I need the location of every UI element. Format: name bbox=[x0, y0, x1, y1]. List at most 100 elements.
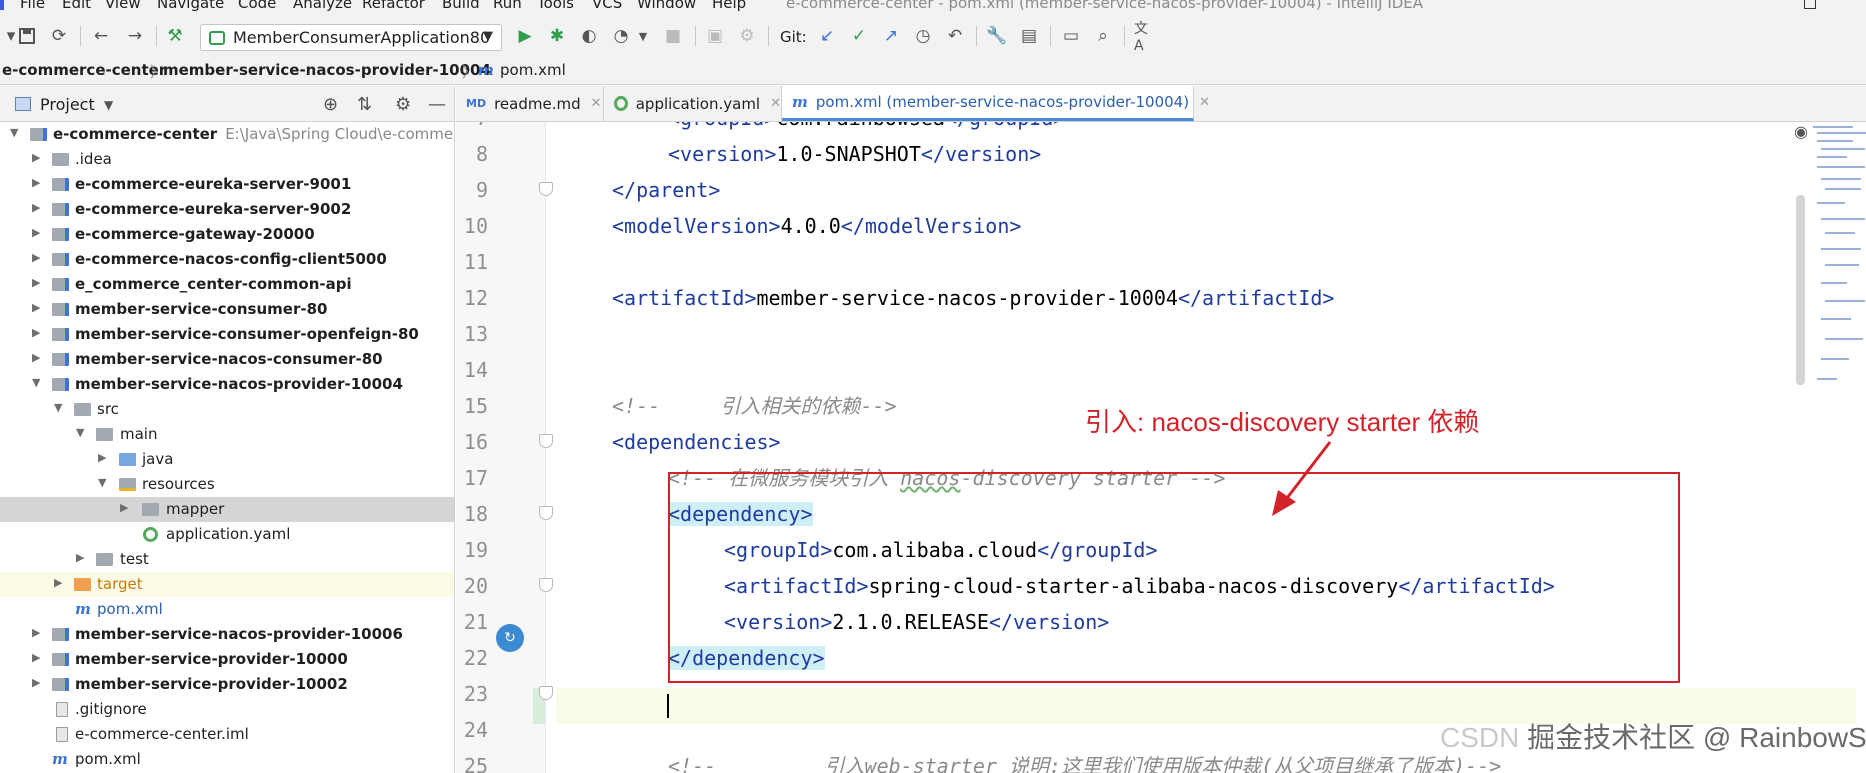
tree-item-module[interactable]: ▶ member-service-consumer-openfeign-80 bbox=[0, 322, 454, 347]
tree-item-root[interactable]: ▼ e-commerce-center E:\Java\Spring Cloud\… bbox=[0, 122, 454, 147]
tab-pom-xml[interactable]: m pom.xml (member-service-nacos-provider… bbox=[782, 86, 1210, 121]
profile-icon[interactable]: ◔ bbox=[610, 25, 632, 47]
fold-marker-icon[interactable] bbox=[539, 434, 553, 448]
menu-refactor[interactable]: Refactor bbox=[362, 0, 425, 12]
git-history-clock-icon[interactable]: ◷ bbox=[912, 25, 934, 47]
tree-item-iml[interactable]: e-commerce-center.iml bbox=[0, 722, 454, 747]
tree-item-module[interactable]: ▶ e-commerce-eureka-server-9002 bbox=[0, 197, 454, 222]
collapsed-arrow-icon[interactable]: ▶ bbox=[120, 501, 128, 514]
menu-navigate[interactable]: Navigate bbox=[157, 0, 224, 12]
dependency-update-icon[interactable]: ↻ bbox=[496, 624, 524, 652]
build-hammer-icon[interactable]: ⚒ bbox=[164, 25, 186, 47]
collapse-all-icon[interactable]: ⇅ bbox=[357, 94, 372, 115]
close-icon[interactable]: ✕ bbox=[1199, 95, 1210, 110]
project-structure-folder-icon[interactable]: ▤ bbox=[1018, 25, 1040, 47]
hide-pane-icon[interactable]: — bbox=[428, 94, 446, 115]
collapsed-arrow-icon[interactable]: ▶ bbox=[32, 276, 40, 289]
code-editor[interactable]: 7 8 9 10 11 12 13 14 15 16 17 18 19 20 2… bbox=[456, 122, 1866, 773]
expand-arrow-icon[interactable]: ▼ bbox=[10, 126, 18, 139]
tree-item-module[interactable]: ▶ member-service-provider-10002 bbox=[0, 672, 454, 697]
tree-item-module[interactable]: ▼ member-service-nacos-provider-10004 bbox=[0, 372, 454, 397]
collapsed-arrow-icon[interactable]: ▶ bbox=[32, 176, 40, 189]
chevron-down-icon[interactable]: ▼ bbox=[104, 98, 113, 112]
tree-item-java[interactable]: ▶ java bbox=[0, 447, 454, 472]
collapsed-arrow-icon[interactable]: ▶ bbox=[32, 676, 40, 689]
git-push-icon[interactable]: ↗ bbox=[880, 25, 902, 47]
menu-view[interactable]: View bbox=[105, 0, 141, 12]
project-view-selector[interactable]: Project bbox=[40, 95, 95, 114]
coverage-icon[interactable]: ◐ bbox=[578, 25, 600, 47]
restore-window-button[interactable] bbox=[1804, 0, 1816, 9]
fold-marker-icon[interactable] bbox=[539, 182, 553, 196]
git-update-icon[interactable]: ↙ bbox=[816, 25, 838, 47]
menu-edit[interactable]: Edit bbox=[62, 0, 91, 12]
tree-item-application-yaml[interactable]: application.yaml bbox=[0, 522, 454, 547]
tree-item-module[interactable]: ▶ e-commerce-gateway-20000 bbox=[0, 222, 454, 247]
menu-build[interactable]: Build bbox=[442, 0, 480, 12]
tab-application-yaml[interactable]: application.yaml ✕ bbox=[604, 86, 782, 121]
expand-arrow-icon[interactable]: ▼ bbox=[54, 401, 62, 414]
project-structure-icon[interactable]: ⚙ bbox=[736, 25, 758, 47]
save-all-icon[interactable] bbox=[16, 25, 38, 47]
tree-item-module[interactable]: ▶ member-service-nacos-consumer-80 bbox=[0, 347, 454, 372]
breadcrumb-module[interactable]: member-service-nacos-provider-10004 bbox=[163, 61, 491, 79]
back-arrow-icon[interactable]: ← bbox=[90, 25, 112, 47]
attach-debugger-icon[interactable]: ▣ bbox=[704, 25, 726, 47]
collapsed-arrow-icon[interactable]: ▶ bbox=[32, 151, 40, 164]
forward-arrow-icon[interactable]: → bbox=[124, 25, 146, 47]
tree-item-main[interactable]: ▼ main bbox=[0, 422, 454, 447]
collapsed-arrow-icon[interactable]: ▶ bbox=[32, 201, 40, 214]
menu-file[interactable]: File bbox=[20, 0, 45, 12]
stop-icon[interactable]: ■ bbox=[662, 25, 684, 47]
collapsed-arrow-icon[interactable]: ▶ bbox=[98, 451, 106, 464]
close-icon[interactable]: ✕ bbox=[770, 96, 781, 111]
collapsed-arrow-icon[interactable]: ▶ bbox=[32, 326, 40, 339]
sync-icon[interactable]: ⟳ bbox=[48, 25, 70, 47]
tree-item-src[interactable]: ▼ src bbox=[0, 397, 454, 422]
tree-item-module[interactable]: ▶ member-service-nacos-provider-10006 bbox=[0, 622, 454, 647]
menu-window[interactable]: Window bbox=[637, 0, 696, 12]
collapsed-arrow-icon[interactable]: ▶ bbox=[32, 626, 40, 639]
tree-item-module[interactable]: ▶ e-commerce-eureka-server-9001 bbox=[0, 172, 454, 197]
tree-item-pom[interactable]: m pom.xml bbox=[0, 597, 454, 622]
collapsed-arrow-icon[interactable]: ▶ bbox=[32, 251, 40, 264]
git-commit-check-icon[interactable]: ✓ bbox=[848, 25, 870, 47]
run-configuration-select[interactable]: MemberConsumerApplication80 ▼ bbox=[200, 24, 502, 51]
run-icon[interactable]: ▶ bbox=[514, 25, 536, 47]
debug-bug-icon[interactable]: ✱ bbox=[546, 25, 568, 47]
terminal-icon[interactable]: ▭ bbox=[1060, 25, 1082, 47]
tree-item-test[interactable]: ▶ test bbox=[0, 547, 454, 572]
breadcrumb-root[interactable]: e-commerce-center bbox=[2, 61, 166, 79]
tree-item-root-pom[interactable]: m pom.xml bbox=[0, 747, 454, 772]
tree-item-gitignore[interactable]: .gitignore bbox=[0, 697, 454, 722]
collapsed-arrow-icon[interactable]: ▶ bbox=[32, 226, 40, 239]
translate-icon[interactable]: 文A bbox=[1134, 21, 1156, 54]
collapsed-arrow-icon[interactable]: ▶ bbox=[32, 301, 40, 314]
fold-marker-icon[interactable] bbox=[539, 686, 553, 700]
tree-item-target[interactable]: ▶ target bbox=[0, 572, 454, 597]
settings-wrench-icon[interactable]: 🔧 bbox=[986, 25, 1008, 47]
chevron-down-icon[interactable]: ▼ bbox=[632, 25, 654, 47]
menu-help[interactable]: Help bbox=[712, 0, 746, 12]
menu-tools[interactable]: Tools bbox=[537, 0, 574, 12]
breadcrumb-file[interactable]: pom.xml bbox=[500, 61, 566, 79]
tree-item-module[interactable]: ▶ member-service-consumer-80 bbox=[0, 297, 454, 322]
collapsed-arrow-icon[interactable]: ▶ bbox=[54, 576, 62, 589]
fold-marker-icon[interactable] bbox=[539, 506, 553, 520]
tree-item-mapper[interactable]: ▶ mapper bbox=[0, 497, 454, 522]
menu-run[interactable]: Run bbox=[493, 0, 522, 12]
collapsed-arrow-icon[interactable]: ▶ bbox=[32, 651, 40, 664]
search-icon[interactable]: ⌕ bbox=[1092, 25, 1114, 47]
menu-code[interactable]: Code bbox=[238, 0, 276, 12]
collapsed-arrow-icon[interactable]: ▶ bbox=[32, 351, 40, 364]
gear-icon[interactable]: ⚙ bbox=[395, 94, 411, 115]
vertical-scrollbar[interactable] bbox=[1796, 195, 1805, 385]
rollback-icon[interactable]: ↶ bbox=[944, 25, 966, 47]
tree-item-resources[interactable]: ▼ resources bbox=[0, 472, 454, 497]
expand-arrow-icon[interactable]: ▼ bbox=[98, 476, 106, 489]
tree-item-module[interactable]: ▶ e-commerce-nacos-config-client5000 bbox=[0, 247, 454, 272]
tree-item-module[interactable]: ▶ e_commerce_center-common-api bbox=[0, 272, 454, 297]
tree-item-module[interactable]: ▶ member-service-provider-10000 bbox=[0, 647, 454, 672]
locate-file-icon[interactable]: ⊕ bbox=[323, 94, 338, 115]
fold-marker-icon[interactable] bbox=[539, 578, 553, 592]
